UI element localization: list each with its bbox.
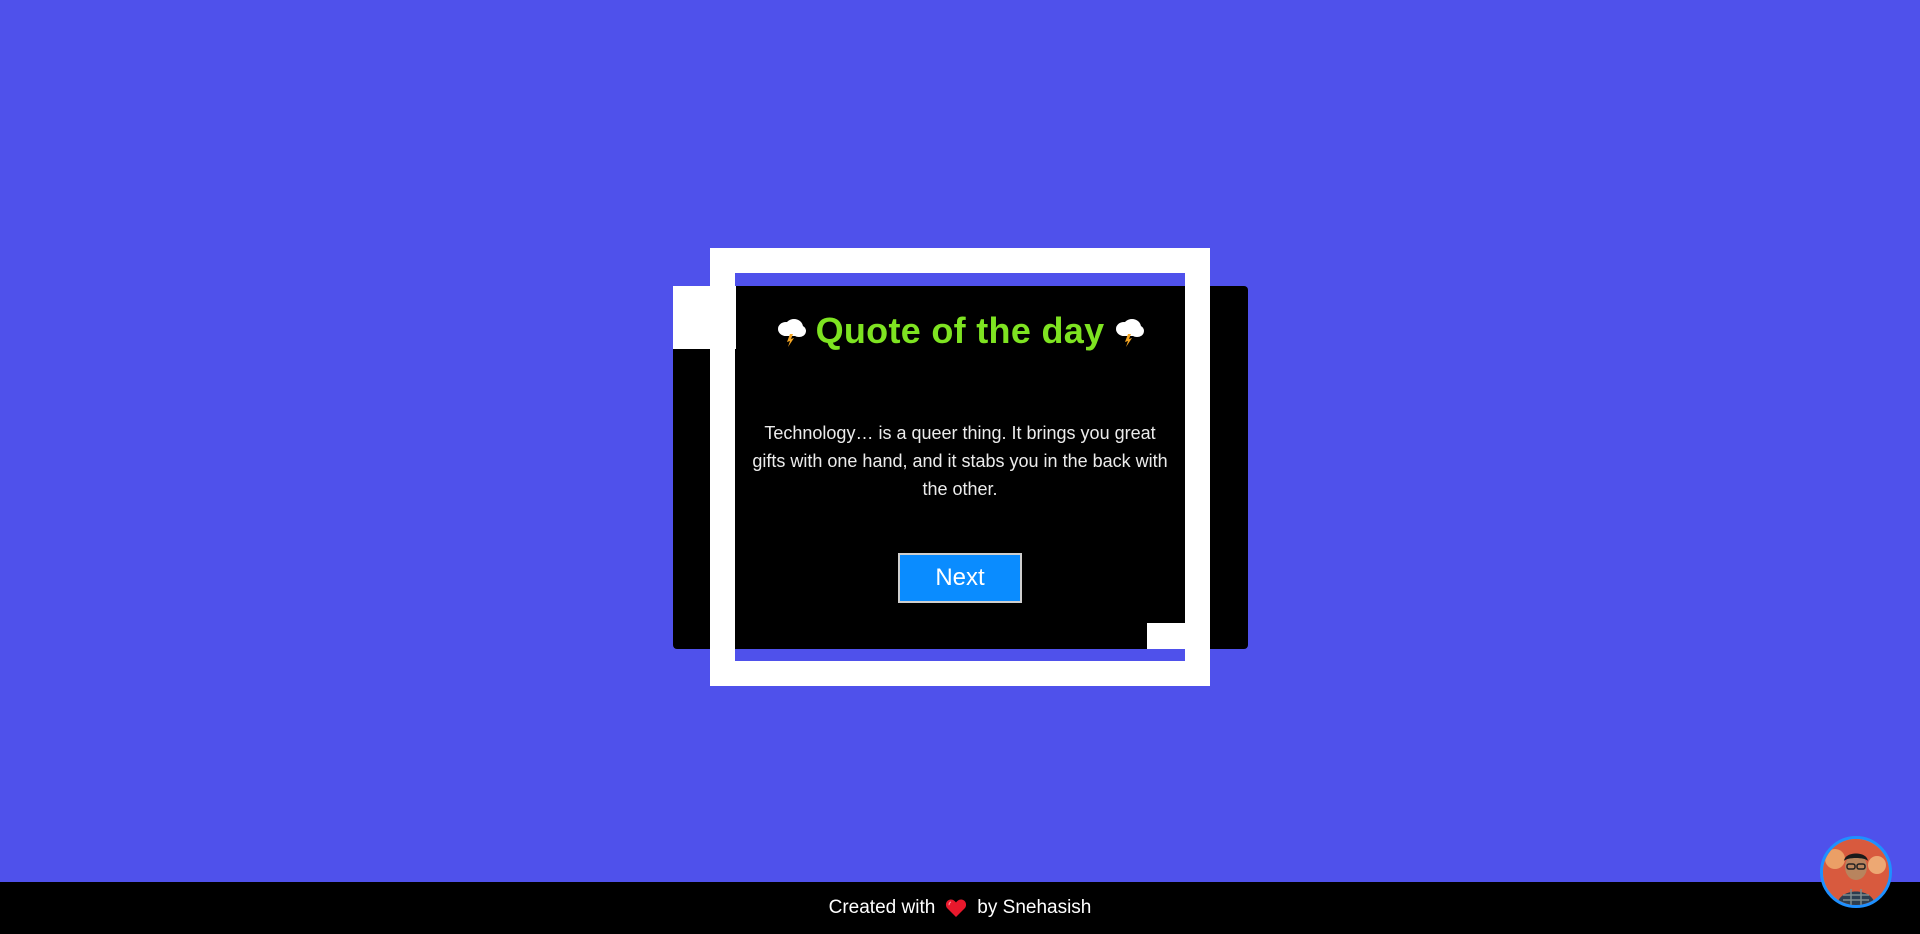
frame-corner-top-left [673, 286, 736, 349]
footer-suffix: by Snehasish [977, 897, 1092, 918]
avatar[interactable] [1820, 836, 1892, 908]
quote-text: Technology… is a queer thing. It brings … [752, 423, 1168, 499]
next-quote-button[interactable]: Next [898, 553, 1022, 603]
heart-icon [945, 898, 967, 918]
cloud-lightning-icon [1112, 314, 1146, 348]
card-header: Quote of the day [735, 310, 1185, 352]
card-title: Quote of the day [815, 310, 1105, 351]
frame-corner-bottom-right [1147, 623, 1185, 649]
footer: Created with by Snehasish [0, 882, 1920, 934]
cloud-lightning-icon [774, 314, 808, 348]
page: Quote of the day Technology… is a queer … [0, 0, 1920, 934]
footer-prefix: Created with [828, 897, 936, 918]
